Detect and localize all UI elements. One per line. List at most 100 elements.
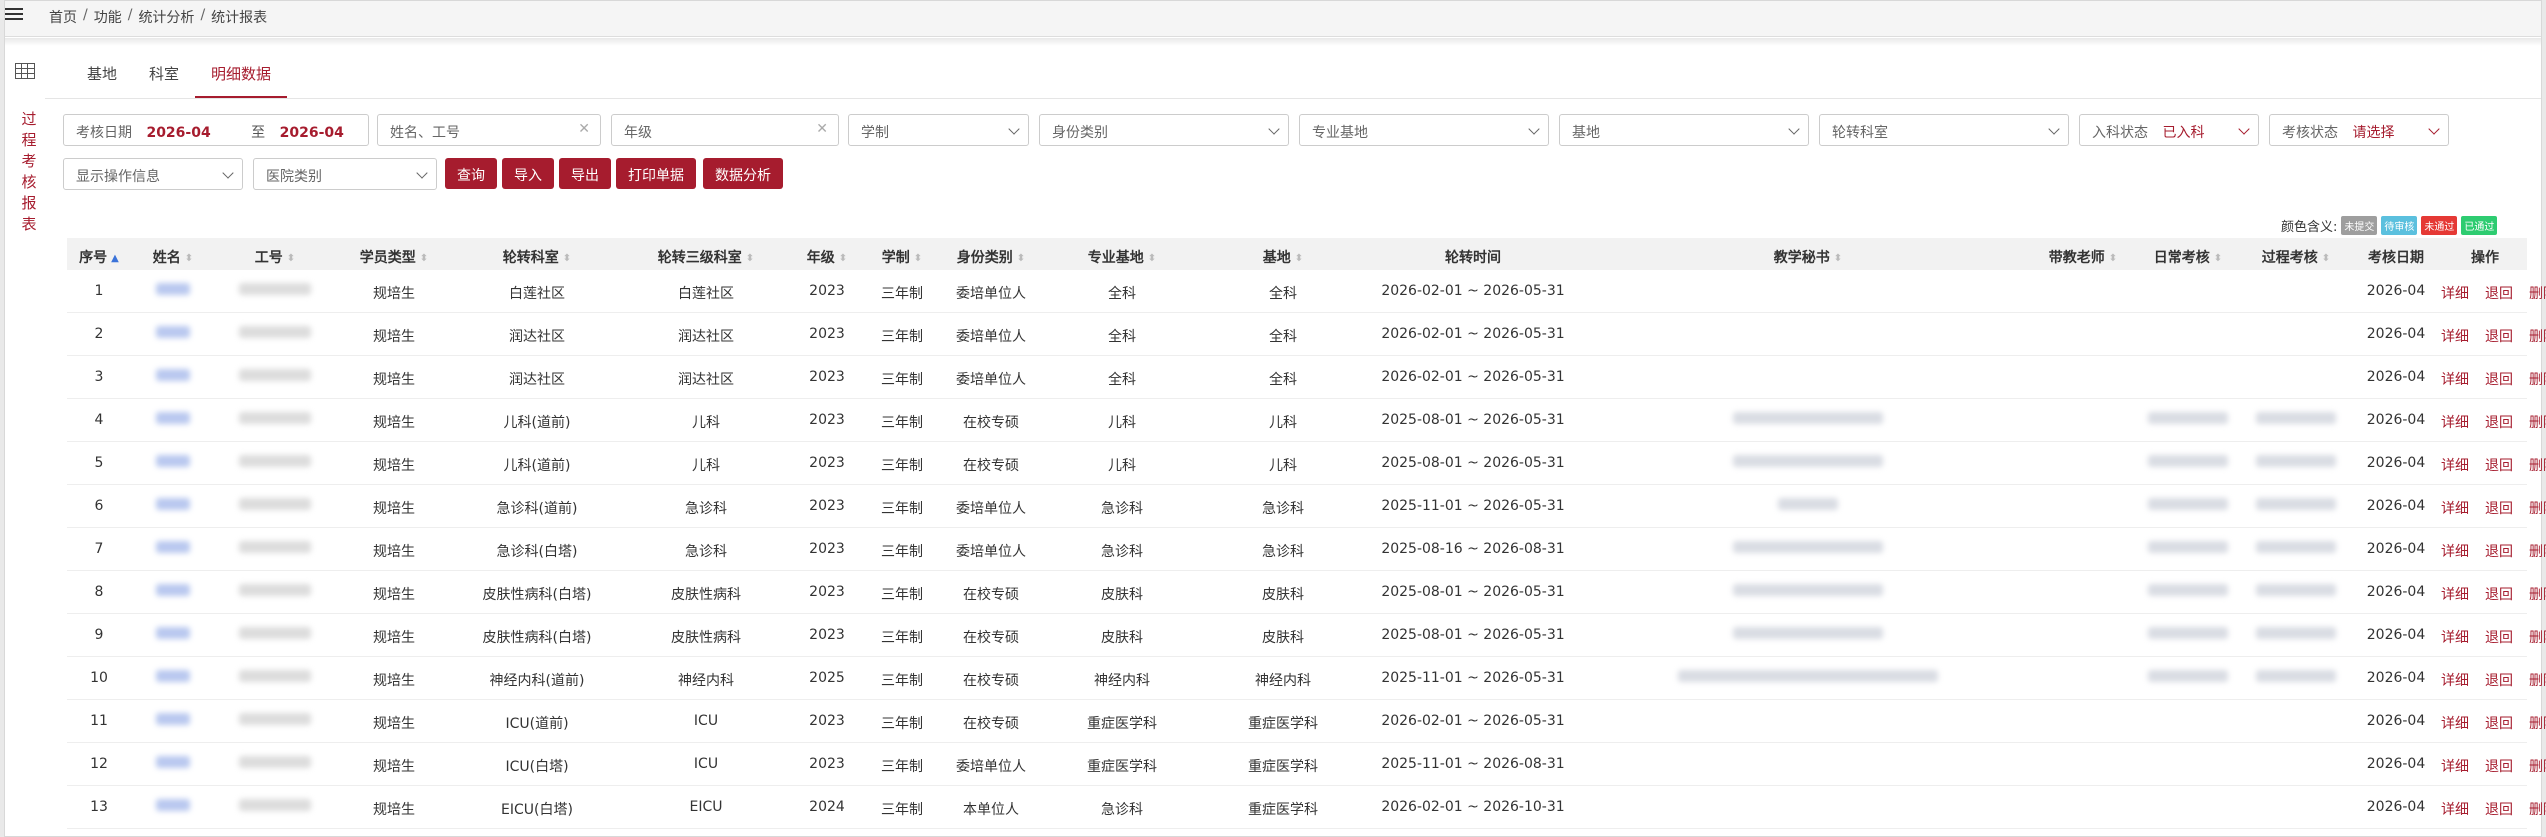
tab-detail-data[interactable]: 明细数据 xyxy=(195,53,288,99)
breadcrumb-item[interactable]: 首页 xyxy=(49,7,77,27)
table-row[interactable]: 5 规培生 儿科(道前) 儿科 2023 三年制 在校专硕 儿科 儿科 2025-08-01 ~ … xyxy=(67,442,2546,485)
return-link[interactable]: 退回 xyxy=(2485,501,2513,517)
detail-link[interactable]: 详细 xyxy=(2441,329,2469,345)
column-header[interactable]: 工号 ⬍ xyxy=(215,247,335,267)
column-header[interactable]: 序号 ▲ xyxy=(67,247,131,267)
column-header[interactable]: 考核日期 xyxy=(2349,247,2443,267)
sort-icon[interactable]: ⬍ xyxy=(746,253,754,264)
import-button[interactable]: 导入 xyxy=(502,158,554,189)
assess-date-range[interactable]: 考核日期 2026-04 至 2026-04 xyxy=(63,114,369,146)
table-row[interactable]: 13 规培生 EICU(白塔) EICU 2024 三年制 本单位人 急诊科 重症医学科 2026… xyxy=(67,786,2546,829)
delete-link[interactable]: 删除 xyxy=(2529,673,2546,689)
return-link[interactable]: 退回 xyxy=(2485,587,2513,603)
return-link[interactable]: 退回 xyxy=(2485,286,2513,302)
cell-name-redacted[interactable] xyxy=(131,756,215,772)
delete-link[interactable]: 删除 xyxy=(2529,415,2546,431)
sort-icon[interactable]: ⬍ xyxy=(1834,253,1842,264)
cell-name-redacted[interactable] xyxy=(131,326,215,342)
menu-toggle-icon[interactable] xyxy=(5,5,23,25)
print-button[interactable]: 打印单据 xyxy=(616,158,696,189)
sort-icon[interactable]: ⬍ xyxy=(1295,253,1303,264)
table-row[interactable]: 12 规培生 ICU(白塔) ICU 2023 三年制 委培单位人 重症医学科 重症医学科 202… xyxy=(67,743,2546,786)
detail-link[interactable]: 详细 xyxy=(2441,286,2469,302)
detail-link[interactable]: 详细 xyxy=(2441,372,2469,388)
sort-icon[interactable]: ⬍ xyxy=(1148,253,1156,264)
cell-name-redacted[interactable] xyxy=(131,412,215,428)
sort-icon[interactable]: ⬍ xyxy=(563,253,571,264)
side-menu-item-process-report[interactable]: 过程考核报表 xyxy=(19,109,39,235)
return-link[interactable]: 退回 xyxy=(2485,759,2513,775)
column-header[interactable]: 身份类别 ⬍ xyxy=(941,247,1041,267)
return-link[interactable]: 退回 xyxy=(2485,329,2513,345)
column-header[interactable]: 教学秘书 ⬍ xyxy=(1583,247,2033,267)
detail-link[interactable]: 详细 xyxy=(2441,458,2469,474)
column-header[interactable]: 轮转科室 ⬍ xyxy=(453,247,621,267)
delete-link[interactable]: 删除 xyxy=(2529,802,2546,818)
sort-icon[interactable]: ⬍ xyxy=(914,253,922,264)
rotation-dept-select[interactable]: 轮转科室 xyxy=(1819,114,2069,146)
delete-link[interactable]: 删除 xyxy=(2529,544,2546,560)
cell-name-redacted[interactable] xyxy=(131,713,215,729)
return-link[interactable]: 退回 xyxy=(2485,630,2513,646)
return-link[interactable]: 退回 xyxy=(2485,544,2513,560)
cell-name-redacted[interactable] xyxy=(131,799,215,815)
detail-link[interactable]: 详细 xyxy=(2441,716,2469,732)
column-header[interactable]: 过程考核 ⬍ xyxy=(2243,247,2349,267)
cell-name-redacted[interactable] xyxy=(131,627,215,643)
show-ops-select[interactable]: 显示操作信息 xyxy=(63,158,243,190)
delete-link[interactable]: 删除 xyxy=(2529,329,2546,345)
detail-link[interactable]: 详细 xyxy=(2441,587,2469,603)
column-header[interactable]: 带教老师 ⬍ xyxy=(2033,247,2133,267)
date-to-value[interactable]: 2026-04 xyxy=(280,125,344,141)
column-header[interactable]: 姓名 ⬍ xyxy=(131,247,215,267)
delete-link[interactable]: 删除 xyxy=(2529,501,2546,517)
detail-link[interactable]: 详细 xyxy=(2441,630,2469,646)
cell-name-redacted[interactable] xyxy=(131,498,215,514)
table-row[interactable]: 11 规培生 ICU(道前) ICU 2023 三年制 在校专硕 重症医学科 重症医学科 2026… xyxy=(67,700,2546,743)
sort-icon[interactable]: ⬍ xyxy=(287,253,295,264)
sort-icon[interactable]: ⬍ xyxy=(2214,253,2222,264)
return-link[interactable]: 退回 xyxy=(2485,716,2513,732)
table-row[interactable]: 8 规培生 皮肤性病科(白塔) 皮肤性病科 2023 三年制 在校专硕 皮肤科 皮肤科 2025-… xyxy=(67,571,2546,614)
table-row[interactable]: 3 规培生 润达社区 润达社区 2023 三年制 委培单位人 全科 全科 2026-02-01 ~… xyxy=(67,356,2546,399)
delete-link[interactable]: 删除 xyxy=(2529,587,2546,603)
return-link[interactable]: 退回 xyxy=(2485,673,2513,689)
query-button[interactable]: 查询 xyxy=(445,158,497,189)
column-header[interactable]: 学员类型 ⬍ xyxy=(335,247,453,267)
column-header[interactable]: 轮转三级科室 ⬍ xyxy=(621,247,791,267)
sort-icon[interactable]: ▲ xyxy=(111,253,119,264)
delete-link[interactable]: 删除 xyxy=(2529,716,2546,732)
table-grid-icon[interactable] xyxy=(15,63,35,79)
column-header[interactable]: 操作 xyxy=(2443,247,2527,267)
return-link[interactable]: 退回 xyxy=(2485,802,2513,818)
delete-link[interactable]: 删除 xyxy=(2529,759,2546,775)
cell-name-redacted[interactable] xyxy=(131,455,215,471)
export-button[interactable]: 导出 xyxy=(559,158,611,189)
breadcrumb-item[interactable]: 功能 xyxy=(94,7,122,27)
sort-icon[interactable]: ⬍ xyxy=(420,253,428,264)
date-from-value[interactable]: 2026-04 xyxy=(146,125,210,141)
cell-name-redacted[interactable] xyxy=(131,283,215,299)
detail-link[interactable]: 详细 xyxy=(2441,501,2469,517)
clear-icon[interactable]: ✕ xyxy=(578,121,590,137)
detail-link[interactable]: 详细 xyxy=(2441,673,2469,689)
table-row[interactable]: 7 规培生 急诊科(白塔) 急诊科 2023 三年制 委培单位人 急诊科 急诊科 2025-08-… xyxy=(67,528,2546,571)
column-header[interactable]: 基地 ⬍ xyxy=(1203,247,1363,267)
identity-select[interactable]: 身份类别 xyxy=(1039,114,1289,146)
enroll-status-select[interactable]: 入科状态 已入科 xyxy=(2079,114,2259,146)
detail-link[interactable]: 详细 xyxy=(2441,544,2469,560)
sort-icon[interactable]: ⬍ xyxy=(839,253,847,264)
cell-name-redacted[interactable] xyxy=(131,670,215,686)
grade-select[interactable]: 年级 ✕ xyxy=(611,114,839,146)
return-link[interactable]: 退回 xyxy=(2485,415,2513,431)
delete-link[interactable]: 删除 xyxy=(2529,458,2546,474)
system-select[interactable]: 学制 xyxy=(848,114,1029,146)
column-header[interactable]: 年级 ⬍ xyxy=(791,247,863,267)
breadcrumb-item[interactable]: 统计分析 xyxy=(138,7,194,27)
return-link[interactable]: 退回 xyxy=(2485,458,2513,474)
sort-icon[interactable]: ⬍ xyxy=(2109,253,2117,264)
delete-link[interactable]: 删除 xyxy=(2529,286,2546,302)
table-row[interactable]: 1 规培生 白莲社区 白莲社区 2023 三年制 委培单位人 全科 全科 2026-02-01 ~… xyxy=(67,270,2546,313)
cell-name-redacted[interactable] xyxy=(131,584,215,600)
delete-link[interactable]: 删除 xyxy=(2529,372,2546,388)
